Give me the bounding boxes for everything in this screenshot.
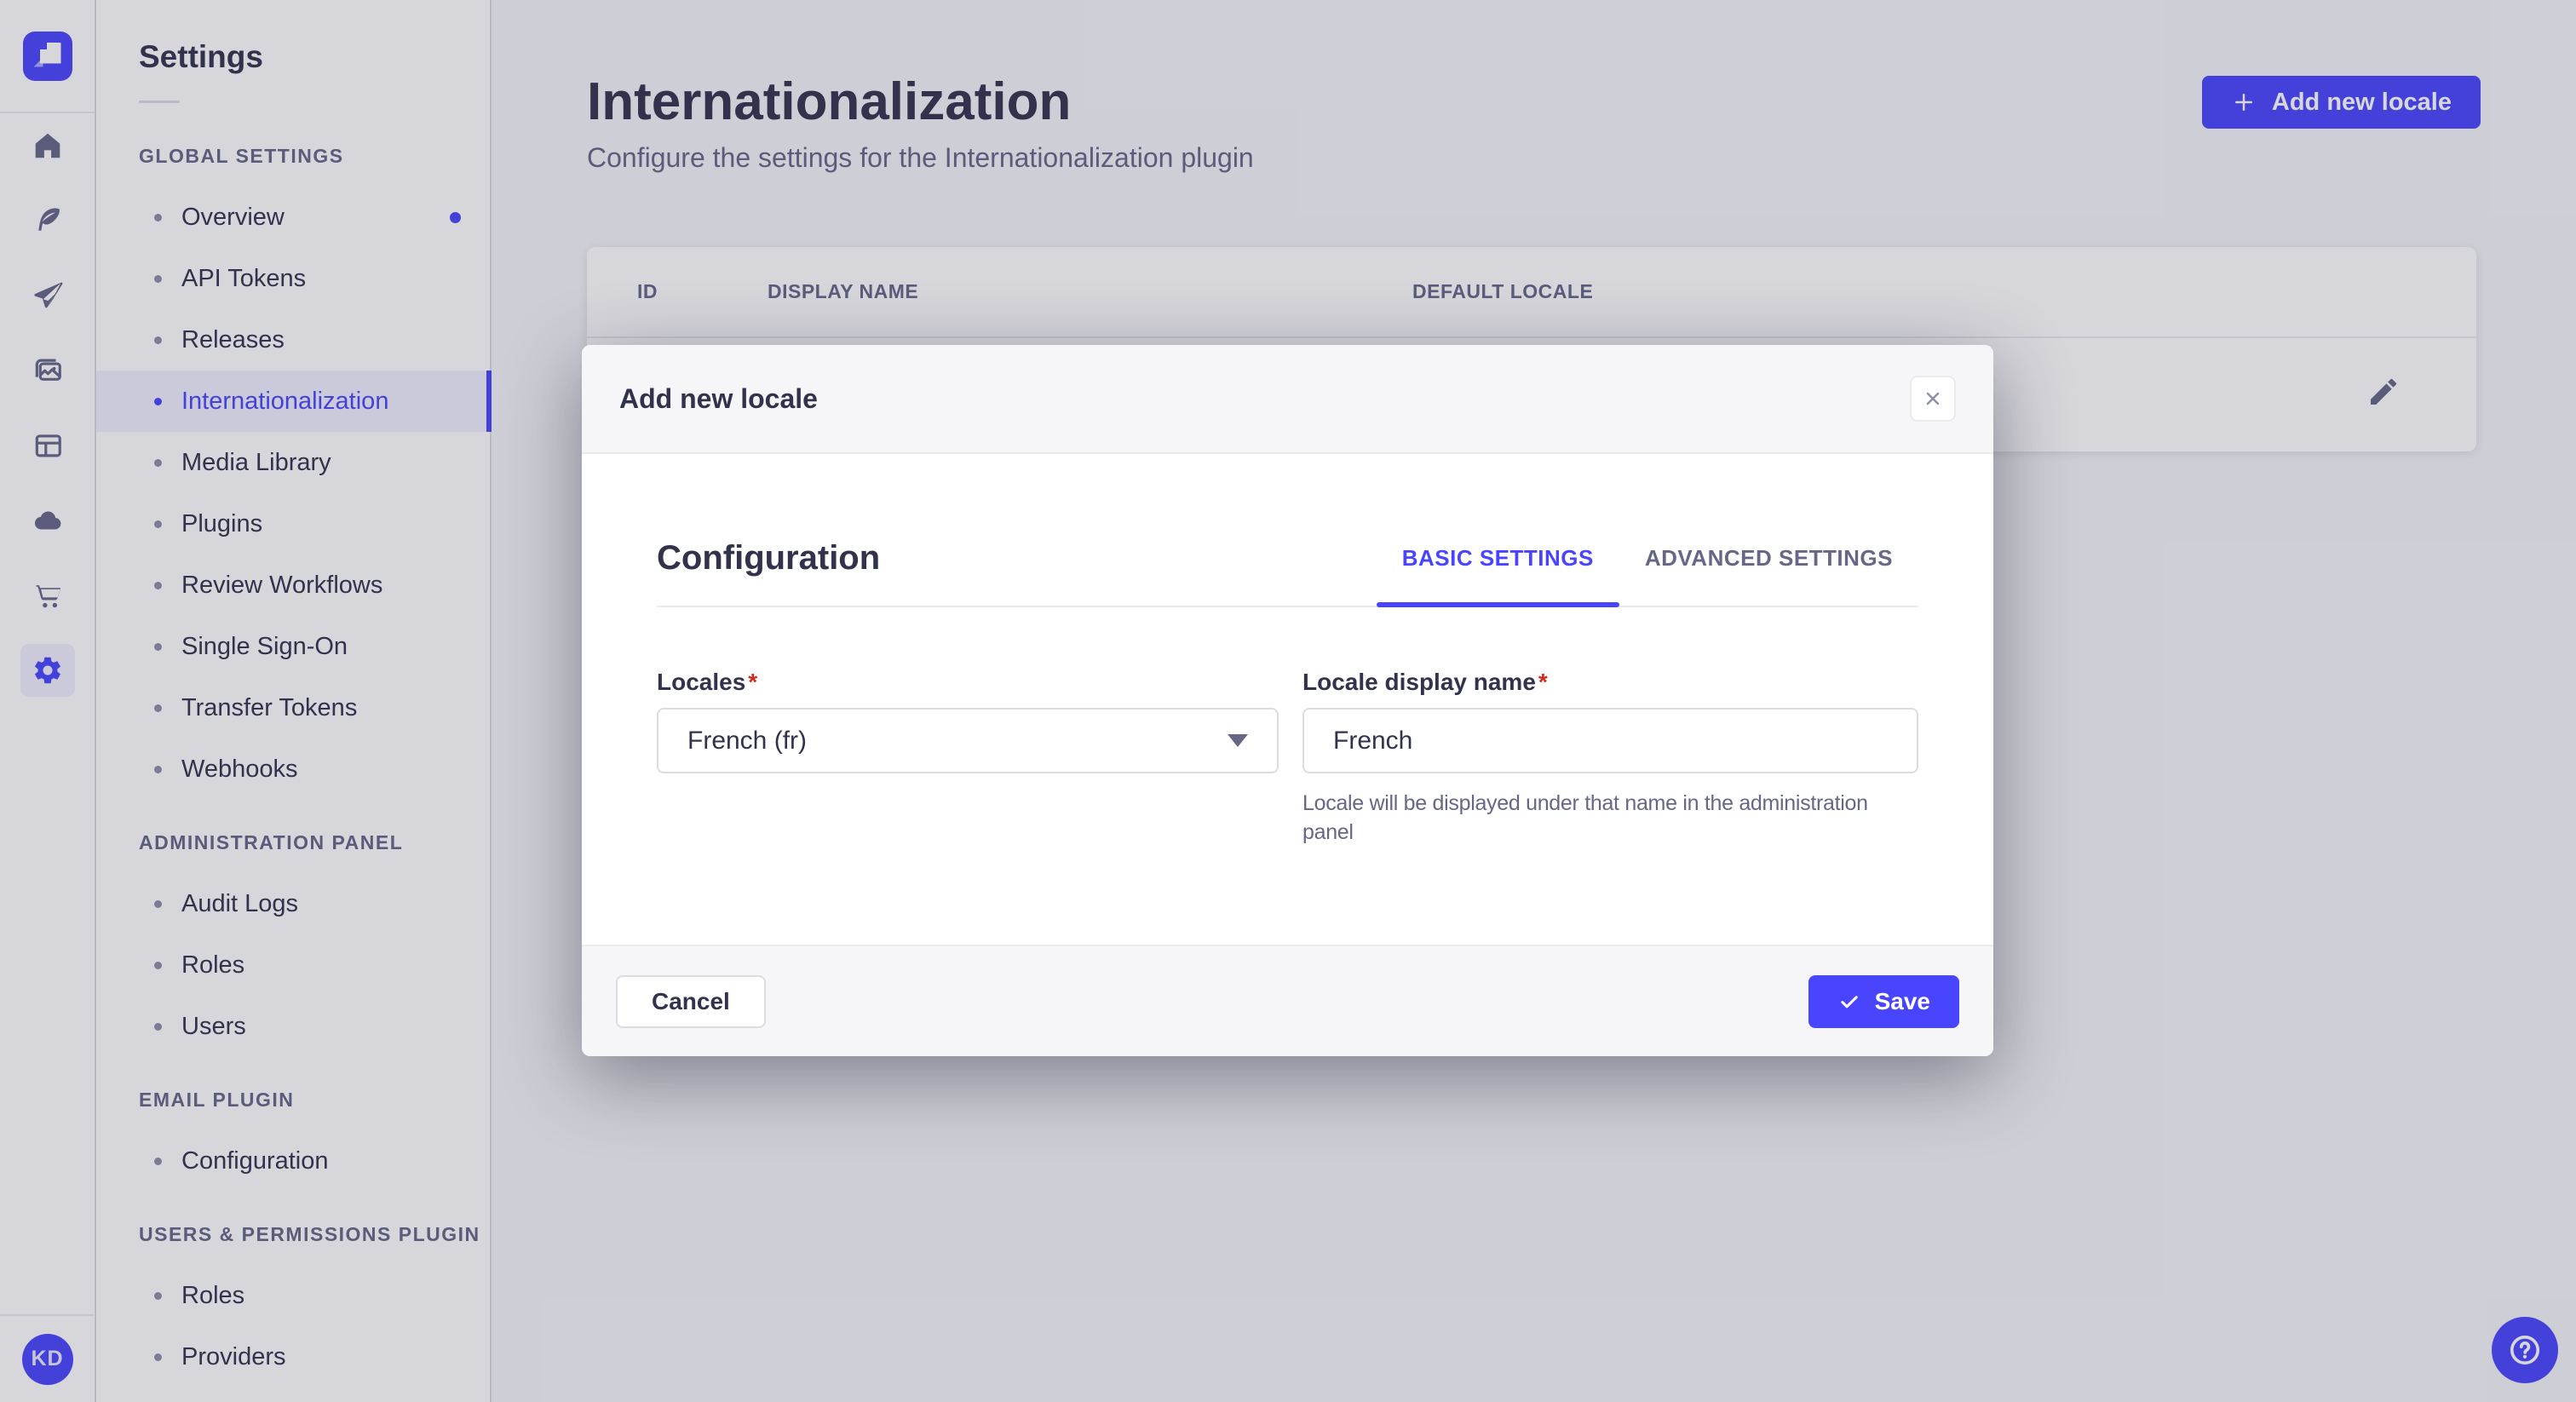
modal-footer: Cancel Save [582, 945, 1993, 1056]
check-icon [1840, 995, 1858, 1008]
close-icon [1926, 392, 1940, 405]
locales-select-value: French (fr) [687, 726, 808, 755]
modal-body: Configuration BASIC SETTINGS ADVANCED SE… [582, 454, 1993, 945]
display-name-helper-text: Locale will be displayed under that name… [1302, 791, 1868, 844]
close-modal-button[interactable] [1910, 376, 1956, 422]
add-locale-modal: Add new locale Configuration BASIC SETTI… [582, 345, 1993, 1056]
configuration-heading: Configuration [657, 539, 881, 577]
modal-title: Add new locale [619, 382, 818, 414]
cancel-button[interactable]: Cancel [616, 974, 766, 1028]
save-button[interactable]: Save [1808, 974, 1959, 1028]
tabs-divider [657, 606, 1918, 607]
locales-label: Locales * [657, 669, 758, 695]
tab-advanced-settings[interactable]: ADVANCED SETTINGS [1619, 539, 1918, 577]
tab-basic-settings[interactable]: BASIC SETTINGS [1376, 539, 1619, 607]
chevron-down-icon [1228, 734, 1248, 747]
display-name-field: Locale display name* Locale will be disp… [1302, 669, 1918, 847]
display-name-input-wrap [1302, 708, 1918, 773]
modal-header: Add new locale [582, 345, 1993, 454]
locales-select[interactable]: French (fr) [657, 708, 1279, 773]
display-name-label: Locale display name * [1302, 669, 1548, 695]
locales-field: Locales * French (fr) [657, 669, 1279, 847]
display-name-input[interactable] [1333, 726, 1888, 756]
app-root: KD Settings GLOBAL SETTINGS Overview API… [0, 0, 2576, 1402]
required-asterisk: * [748, 669, 758, 695]
required-asterisk: * [1538, 669, 1548, 695]
modal-tabs: BASIC SETTINGS ADVANCED SETTINGS [1376, 539, 1918, 607]
save-label: Save [1874, 987, 1930, 1014]
